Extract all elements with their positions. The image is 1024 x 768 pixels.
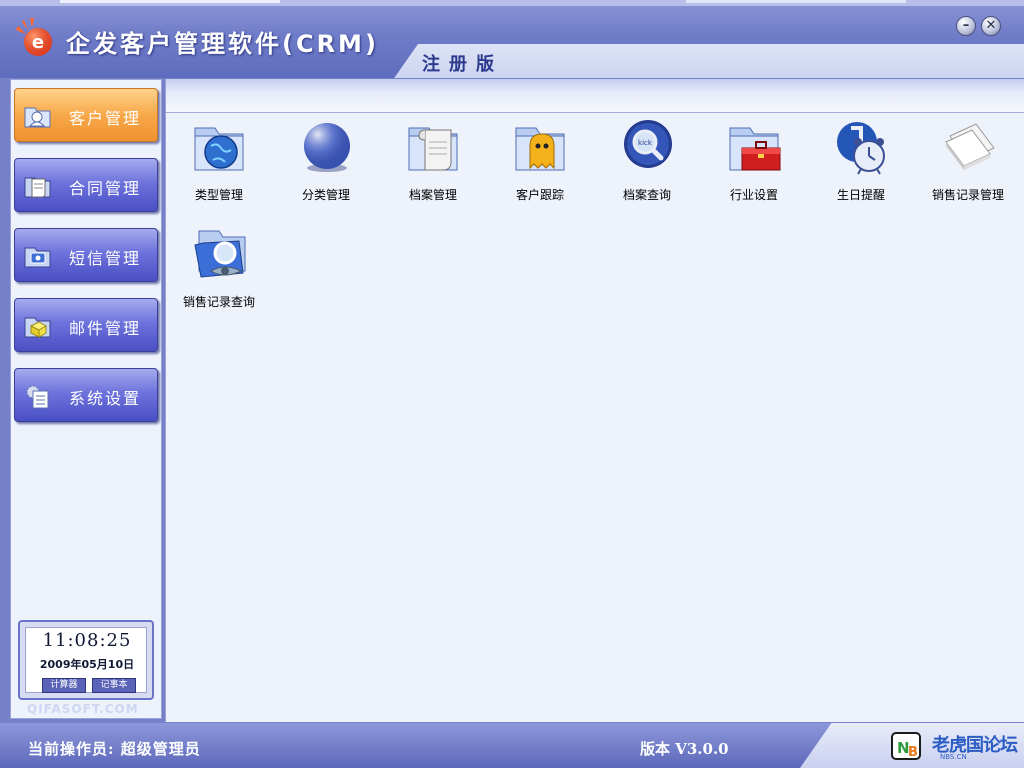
- forum-logo-icon: N B: [891, 732, 921, 760]
- clock-date: 2009年05月10日: [39, 658, 135, 671]
- scroll-folder-icon: [408, 127, 458, 171]
- item-label: 行业设置: [729, 188, 778, 202]
- close-icon: ✕: [985, 18, 997, 33]
- sidebar-item-label: 系统设置: [69, 389, 142, 408]
- sidebar-item-customer-management[interactable]: 客户管理: [14, 88, 158, 142]
- sidebar-item-contract-management[interactable]: 合同管理: [14, 158, 158, 212]
- item-label: 档案查询: [622, 188, 671, 202]
- close-button[interactable]: ✕: [981, 16, 1001, 36]
- svg-text:B: B: [908, 745, 918, 760]
- title-bar-tab-hint-right: [686, 0, 906, 3]
- svg-text:kick: kick: [638, 139, 653, 147]
- title-bar: e 企发客户管理软件(CRM) 注册版 – ✕: [0, 0, 1024, 78]
- item-sales-record-query[interactable]: 销售记录查询: [169, 223, 269, 315]
- app-logo-icon: e: [16, 18, 52, 56]
- watermark-text: QIFASOFT.COM: [27, 702, 139, 716]
- magnifier-icon: kick: [624, 120, 672, 168]
- item-label: 销售记录管理: [931, 188, 1004, 202]
- sidebar-item-label: 客户管理: [69, 109, 142, 128]
- current-operator: 当前操作员: 超级管理员: [28, 740, 201, 758]
- crm-window: e 企发客户管理软件(CRM) 注册版 – ✕ 客户管理 合同管理 短信管理 邮…: [0, 0, 1024, 768]
- alarm-clock-icon: [837, 122, 885, 175]
- message-icon: [24, 247, 51, 268]
- item-type-management[interactable]: 类型管理: [169, 116, 269, 208]
- minimize-icon: –: [962, 18, 970, 33]
- calculator-button[interactable]: 计算器: [42, 678, 86, 693]
- item-industry-settings[interactable]: 行业设置: [704, 116, 804, 208]
- item-archive-management[interactable]: 档案管理: [383, 116, 483, 208]
- mail-box-icon: [24, 317, 51, 338]
- sidebar-item-sms-management[interactable]: 短信管理: [14, 228, 158, 282]
- item-label: 生日提醒: [836, 188, 885, 202]
- edition-label: 注册版: [422, 54, 503, 75]
- main-content: 类型管理 分类管理 档案管理 客户跟踪 kick 档案查询 行业设置 生日提醒 …: [165, 79, 1024, 722]
- title-bar-tab-hint: [60, 0, 280, 3]
- status-bar: 当前操作员: 超级管理员 版本 V3.0.0 N B 老虎国论坛 NBS.CN: [0, 723, 1024, 768]
- item-customer-tracking[interactable]: 客户跟踪: [490, 116, 590, 208]
- clock-face: 11:08:25 2009年05月10日 计算器 记事本: [25, 627, 147, 693]
- clock-widget: 11:08:25 2009年05月10日 计算器 记事本: [18, 620, 154, 700]
- sidebar-item-label: 邮件管理: [69, 319, 142, 338]
- search-folder-icon: [194, 230, 246, 278]
- globe-folder-icon: [194, 127, 244, 171]
- item-label: 客户跟踪: [515, 188, 564, 202]
- sidebar-item-label: 短信管理: [69, 249, 142, 268]
- sidebar: 客户管理 合同管理 短信管理 邮件管理 系统设置 11:08:25 2009年0…: [10, 79, 162, 719]
- minimize-button[interactable]: –: [956, 16, 976, 36]
- content-toolbar-strip: [166, 79, 1024, 113]
- forum-logo: N B 老虎国论坛 NBS.CN: [888, 729, 1018, 763]
- scroll-icon: [24, 177, 51, 198]
- svg-text:e: e: [32, 32, 44, 53]
- item-birthday-reminder[interactable]: 生日提醒: [811, 116, 911, 208]
- settings-doc-icon: [26, 385, 49, 409]
- item-label: 档案管理: [408, 188, 457, 202]
- app-title: 企发客户管理软件(CRM): [66, 30, 379, 58]
- item-sales-record-management[interactable]: 销售记录管理: [918, 116, 1018, 208]
- papers-icon: [945, 123, 995, 170]
- forum-logo-subtext: NBS.CN: [940, 753, 967, 761]
- item-category-management[interactable]: 分类管理: [276, 116, 376, 208]
- sphere-icon: [304, 123, 350, 172]
- ghost-folder-icon: [515, 127, 565, 171]
- clock-time: 11:08:25: [42, 630, 132, 651]
- notepad-button[interactable]: 记事本: [92, 678, 136, 693]
- item-label: 类型管理: [194, 188, 243, 202]
- sidebar-item-mail-management[interactable]: 邮件管理: [14, 298, 158, 352]
- item-label: 分类管理: [301, 188, 350, 202]
- item-label: 销售记录查询: [182, 295, 255, 309]
- sidebar-item-system-settings[interactable]: 系统设置: [14, 368, 158, 422]
- folder-user-icon: [24, 107, 51, 128]
- sidebar-item-label: 合同管理: [69, 179, 142, 198]
- version-label: 版本 V3.0.0: [640, 740, 729, 758]
- item-archive-query[interactable]: kick 档案查询: [597, 116, 697, 208]
- toolbox-folder-icon: [729, 127, 781, 171]
